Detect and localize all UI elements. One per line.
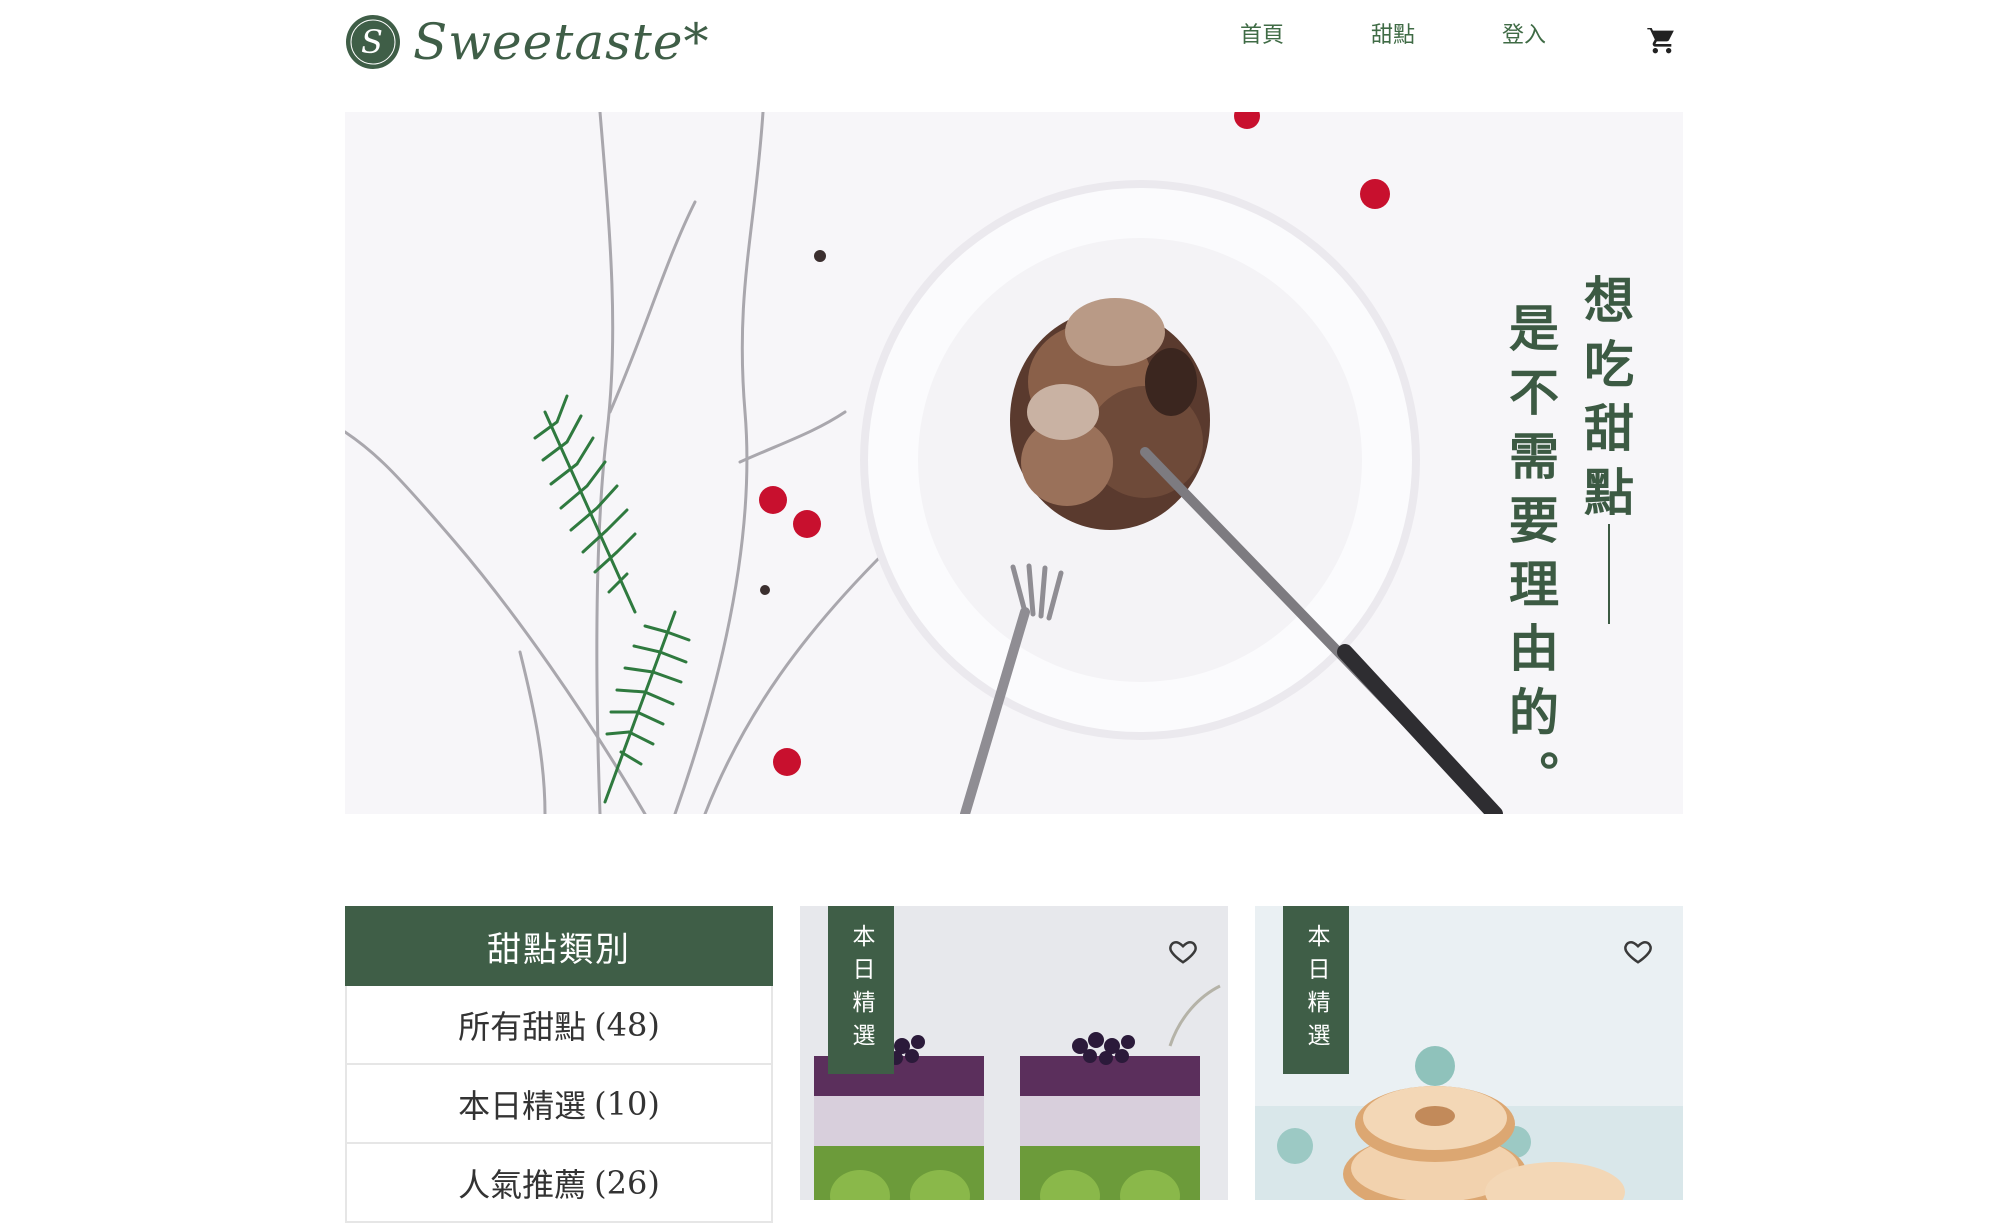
site-header: S Sweetaste* 首頁 甜點 登入: [0, 0, 2000, 84]
category-item-popular[interactable]: 人氣推薦 (26): [345, 1144, 773, 1223]
product-card[interactable]: 本日精選: [800, 906, 1228, 1200]
category-item-count: (26): [594, 1163, 660, 1202]
category-item-label: 所有甜點: [458, 1007, 587, 1046]
category-item-daily-pick[interactable]: 本日精選 (10): [345, 1065, 773, 1144]
hero-slogan-dash: [1608, 524, 1610, 624]
category-item-count: (48): [594, 1005, 660, 1044]
daily-pick-badge: 本日精選: [828, 906, 894, 1074]
category-item-label: 人氣推薦: [458, 1165, 587, 1204]
category-menu: 甜點類別 所有甜點 (48) 本日精選 (10) 人氣推薦 (26): [345, 906, 773, 1223]
brand-mark-icon: S: [346, 15, 400, 69]
nav-login[interactable]: 登入: [1502, 22, 1546, 50]
category-item-label: 本日精選: [458, 1086, 587, 1125]
daily-pick-badge: 本日精選: [1283, 906, 1349, 1074]
heart-outline-icon[interactable]: [1168, 936, 1198, 966]
svg-text:S: S: [361, 23, 383, 61]
brand-name: Sweetaste*: [413, 13, 710, 71]
hero-slogan-line2: 是不需要理由的。: [1501, 302, 1560, 814]
cart-icon[interactable]: [1646, 24, 1678, 56]
nav-desserts[interactable]: 甜點: [1371, 22, 1415, 50]
heart-outline-icon[interactable]: [1623, 936, 1653, 966]
brand-logo[interactable]: S Sweetaste*: [345, 12, 709, 72]
category-menu-title: 甜點類別: [345, 906, 773, 986]
product-card[interactable]: 本日精選: [1255, 906, 1683, 1200]
category-item-count: (10): [594, 1084, 660, 1123]
hero-slogan-line1: 想吃甜點: [1576, 274, 1635, 530]
nav-home[interactable]: 首頁: [1240, 22, 1284, 50]
hero-banner: 想吃甜點 是不需要理由的。: [345, 112, 1683, 814]
hero-image: [345, 112, 1503, 814]
category-item-all[interactable]: 所有甜點 (48): [345, 986, 773, 1065]
